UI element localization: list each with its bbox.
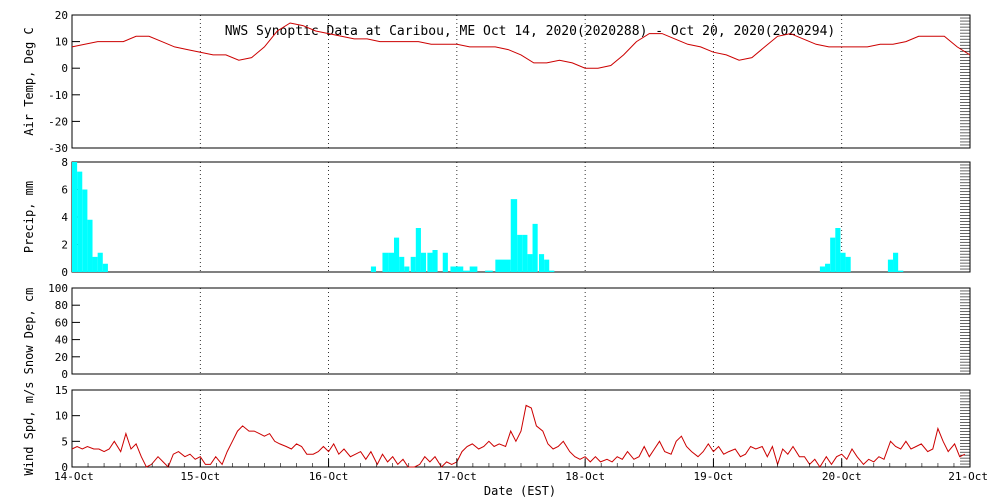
precip-bar [887,259,894,272]
precip-bar [538,254,545,272]
precip-bar [549,270,555,272]
snow-depth-ytick-label: 20 [55,351,68,364]
wind-speed-ytick-label: 10 [55,410,68,423]
air-temp-ytick-label: 20 [55,9,68,22]
precip-bar [382,252,389,272]
precip-ytick-label: 6 [61,184,68,197]
panels-layer: 20100-10-20-30Air Temp, Deg C86420Precip… [22,9,988,483]
precip-bar [77,171,83,272]
precip-bar [544,259,550,272]
precip-ytick-label: 4 [61,211,68,224]
precip-bar [427,252,433,272]
wind-speed-y-axis-label: Wind Spd, m/s [22,382,36,476]
precip-ytick-label: 8 [61,156,68,169]
x-tick-label: 18-Oct [565,470,605,483]
snow-depth-ytick-label: 60 [55,316,68,329]
precip-bar [82,189,88,272]
precip-bar [442,252,448,272]
precip-bar [399,256,405,272]
precip-bar [819,266,826,272]
precip-bar [532,223,538,272]
snow-depth-ytick-label: 0 [61,368,68,381]
x-tick-label: 21-Oct [948,470,988,483]
precip-bar [893,252,899,272]
x-tick-label: 17-Oct [437,470,477,483]
precip-bar [72,162,78,272]
x-tick-label: 16-Oct [309,470,349,483]
precip-bar [450,266,464,272]
air-temp-y-axis-label: Air Temp, Deg C [22,27,36,135]
precip-bar [87,219,93,272]
precip-bar [370,266,377,272]
precip-bar [825,263,831,272]
precip-bar [522,234,528,272]
precip-bar [410,256,416,272]
precip-bar [898,270,904,272]
wind-speed-ytick-label: 15 [55,384,68,397]
snow-depth-frame [71,287,971,375]
precip-bar [404,266,410,272]
snow-depth-ytick-label: 40 [55,334,68,347]
air-temp-ytick-label: -20 [48,115,68,128]
x-tick-label: 20-Oct [822,470,862,483]
precip-bar [92,256,98,272]
precip-bar [485,270,493,272]
x-tick-label: 19-Oct [694,470,734,483]
air-temp-ytick-label: -10 [48,89,68,102]
snow-depth-ytick-label: 80 [55,299,68,312]
precip-bar [840,252,846,272]
air-temp-ytick-label: 10 [55,36,68,49]
chart-canvas: NWS Synoptic Data at Caribou, ME Oct 14,… [22,9,988,498]
precip-y-axis-label: Precip, mm [22,181,36,253]
x-axis-label: Date (EST) [484,484,556,498]
air-temp-ytick-label: 0 [61,62,68,75]
precip-bar [495,259,511,272]
precip-bar [415,228,421,272]
wind-speed-ytick-label: 5 [61,435,68,448]
precip-bar [463,270,470,272]
precip-bar [845,256,851,272]
precip-bar [510,199,518,272]
precip-bar [835,228,841,272]
precip-bar [830,237,836,272]
precip-bar [393,237,400,272]
precip-bar [517,234,523,272]
precip-bar [420,252,427,272]
air-temp-ytick-label: -30 [48,142,68,155]
precip-bar [527,254,533,272]
x-tick-label: 14-Oct [54,470,94,483]
wind-speed-series-line [71,404,966,468]
wind-speed-frame [71,389,971,468]
precip-bar [102,263,108,272]
snow-depth-y-axis-label: Snow Dep, cm [22,288,36,375]
precip-bar [97,252,103,272]
precip-bar [432,250,438,272]
snow-depth-ytick-label: 100 [48,282,68,295]
precip-bar [388,252,394,272]
precip-ytick-label: 0 [61,266,68,279]
precip-ytick-label: 2 [61,239,68,252]
precip-bar [469,266,478,272]
x-tick-label: 15-Oct [180,470,220,483]
